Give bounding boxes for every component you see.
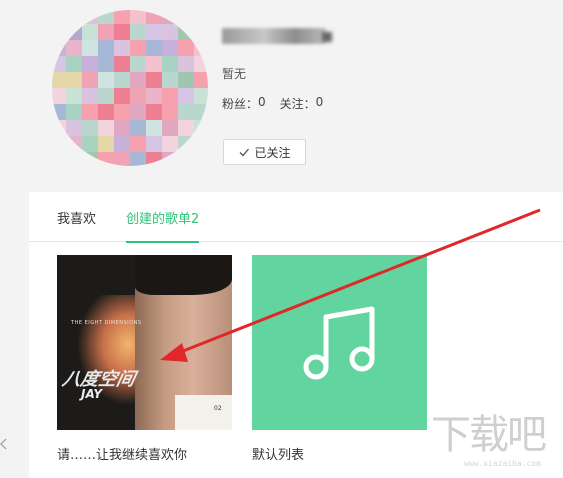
tab-created-playlists[interactable]: 创建的歌单2 — [126, 208, 200, 243]
followed-button-label: 已关注 — [254, 145, 291, 160]
playlist-card[interactable]: 默认列表 — [252, 255, 427, 463]
profile-bio: 暂无 — [222, 67, 247, 81]
following-stat[interactable]: 关注： 0 — [280, 95, 324, 112]
tab-bar: 我喜欢 创建的歌单2 — [29, 192, 563, 243]
playlist-card[interactable]: THE EIGHT DIMENSIONS 八度空间 JAY 02 请……让我继续… — [57, 255, 232, 463]
username-blurred — [222, 28, 326, 44]
fans-stat[interactable]: 粉丝： 0 — [222, 95, 266, 112]
playlist-title[interactable]: 请……让我继续喜欢你 — [57, 444, 232, 463]
avatar[interactable] — [52, 10, 208, 166]
followed-button[interactable]: 已关注 — [223, 139, 306, 165]
check-icon — [240, 148, 250, 157]
profile-header: 暂无 粉丝： 0 关注： 0 已关注 — [0, 0, 563, 192]
tab-liked[interactable]: 我喜欢 — [57, 208, 96, 227]
fans-count: 0 — [258, 95, 266, 109]
playlist-cover-album[interactable]: THE EIGHT DIMENSIONS 八度空间 JAY 02 — [57, 255, 232, 430]
playlist-title[interactable]: 默认列表 — [252, 444, 427, 463]
album-logo-jay: JAY — [81, 387, 103, 401]
album-cover-text: THE EIGHT DIMENSIONS — [71, 320, 142, 326]
following-count: 0 — [315, 95, 324, 109]
watermark-url: www.xiazaiba.com — [463, 459, 541, 468]
fans-label: 粉丝： — [222, 97, 259, 111]
music-note-icon — [303, 306, 374, 379]
album-number: 02 — [214, 405, 222, 412]
following-label: 关注： — [279, 97, 316, 111]
playlist-cover-default[interactable] — [252, 255, 427, 430]
site-watermark: 下载吧 www.xiazaiba.com — [425, 410, 555, 472]
profile-stats: 粉丝： 0 关注： 0 — [222, 95, 323, 112]
watermark-text: 下载吧 — [431, 412, 547, 458]
chevron-left-icon[interactable] — [0, 438, 8, 450]
